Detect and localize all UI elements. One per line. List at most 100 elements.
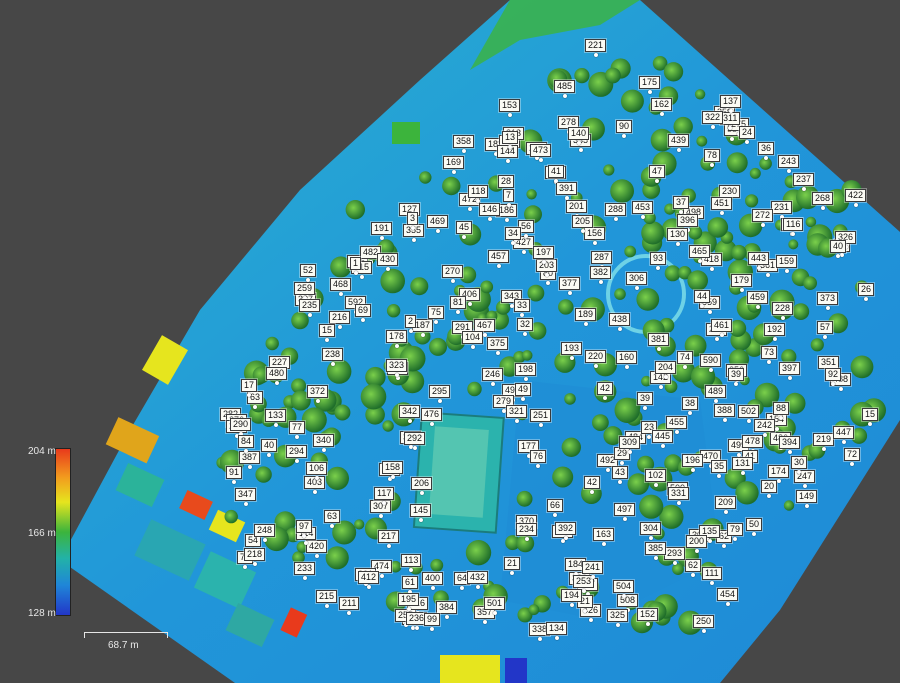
tree-id-label[interactable]: 118 <box>468 185 489 203</box>
tree-id-label[interactable]: 15 <box>319 324 336 342</box>
tree-id-label[interactable]: 88 <box>773 402 790 420</box>
tree-id-label[interactable]: 47 <box>649 165 666 183</box>
tree-id-label[interactable]: 21 <box>504 557 521 575</box>
tree-id-label[interactable]: 304 <box>640 522 662 540</box>
tree-id-label[interactable]: 196 <box>682 454 704 472</box>
tree-id-label[interactable]: 137 <box>720 95 742 113</box>
tree-id-label[interactable]: 92 <box>825 368 842 386</box>
tree-id-label[interactable]: 28 <box>498 175 515 193</box>
tree-id-label[interactable]: 455 <box>666 416 688 434</box>
tree-id-label[interactable]: 45 <box>456 221 473 239</box>
tree-id-label[interactable]: 220 <box>585 350 607 368</box>
tree-id-label[interactable]: 468 <box>330 278 352 296</box>
tree-id-label[interactable]: 189 <box>575 308 597 326</box>
tree-id-label[interactable]: 75 <box>428 306 445 324</box>
tree-id-label[interactable]: 160 <box>616 351 638 369</box>
tree-id-label[interactable]: 259 <box>294 282 316 300</box>
tree-id-label[interactable]: 152 <box>637 608 659 626</box>
tree-id-label[interactable]: 197 <box>533 246 555 264</box>
tree-id-label[interactable]: 234 <box>516 523 538 541</box>
tree-id-label[interactable]: 443 <box>748 252 770 270</box>
tree-id-label[interactable]: 42 <box>584 476 601 494</box>
tree-id-label[interactable]: 191 <box>371 222 393 240</box>
tree-id-label[interactable]: 156 <box>584 227 606 245</box>
tree-id-label[interactable]: 40 <box>261 439 278 457</box>
tree-id-label[interactable]: 211 <box>339 597 360 615</box>
tree-id-label[interactable]: 97 <box>296 520 313 538</box>
tree-id-label[interactable]: 233 <box>294 562 316 580</box>
tree-id-label[interactable]: 3 <box>407 212 419 230</box>
tree-id-label[interactable]: 52 <box>300 264 317 282</box>
tree-id-label[interactable]: 391 <box>556 182 578 200</box>
tree-id-label[interactable]: 342 <box>399 405 421 423</box>
tree-id-label[interactable]: 93 <box>650 252 667 270</box>
tree-id-label[interactable]: 63 <box>324 510 341 528</box>
tree-id-label[interactable]: 216 <box>329 311 351 329</box>
tree-id-label[interactable]: 44 <box>694 290 711 308</box>
tree-id-label[interactable]: 290 <box>230 418 252 436</box>
tree-id-label[interactable]: 131 <box>732 457 754 475</box>
tree-id-label[interactable]: 159 <box>776 255 798 273</box>
tree-id-label[interactable]: 473 <box>530 144 552 162</box>
tree-id-label[interactable]: 241 <box>582 561 604 579</box>
tree-id-label[interactable]: 217 <box>378 530 400 548</box>
tree-id-label[interactable]: 469 <box>427 215 449 233</box>
tree-id-label[interactable]: 508 <box>617 594 639 612</box>
tree-id-label[interactable]: 476 <box>421 408 443 426</box>
tree-id-label[interactable]: 194 <box>561 589 583 607</box>
tree-id-label[interactable]: 102 <box>645 469 667 487</box>
tree-id-label[interactable]: 385 <box>645 542 667 560</box>
tree-id-label[interactable]: 480 <box>266 367 288 385</box>
tree-id-label[interactable]: 175 <box>639 76 661 94</box>
tree-id-label[interactable]: 381 <box>648 333 670 351</box>
tree-id-label[interactable]: 178 <box>386 330 408 348</box>
tree-id-label[interactable]: 453 <box>632 201 654 219</box>
tree-id-label[interactable]: 153 <box>499 99 521 117</box>
tree-id-label[interactable]: 397 <box>779 362 801 380</box>
tree-id-label[interactable]: 117 <box>374 487 395 505</box>
tree-id-label[interactable]: 84 <box>238 435 255 453</box>
tree-id-label[interactable]: 79 <box>727 523 744 541</box>
tree-id-label[interactable]: 295 <box>429 385 451 403</box>
tree-id-label[interactable]: 478 <box>742 435 764 453</box>
tree-id-label[interactable]: 201 <box>566 200 588 218</box>
tree-id-label[interactable]: 198 <box>515 363 537 381</box>
tree-id-label[interactable]: 81 <box>450 296 467 314</box>
tree-id-label[interactable]: 61 <box>402 576 419 594</box>
tree-id-label[interactable]: 32 <box>517 318 534 336</box>
tree-id-label[interactable]: 270 <box>442 265 464 283</box>
tree-id-label[interactable]: 66 <box>547 499 564 517</box>
tree-id-label[interactable]: 412 <box>358 571 380 589</box>
tree-id-label[interactable]: 218 <box>244 548 266 566</box>
tree-id-label[interactable]: 50 <box>746 518 763 536</box>
tree-id-label[interactable]: 309 <box>619 436 641 454</box>
tree-id-label[interactable]: 24 <box>739 126 756 144</box>
tree-id-label[interactable]: 288 <box>605 203 627 221</box>
tree-id-label[interactable]: 590 <box>700 354 722 372</box>
tree-id-label[interactable]: 209 <box>715 496 737 514</box>
tree-id-label[interactable]: 457 <box>488 250 510 268</box>
tree-id-label[interactable]: 206 <box>411 477 433 495</box>
tree-id-label[interactable]: 205 <box>572 215 594 233</box>
tree-id-label[interactable]: 39 <box>728 368 745 386</box>
tree-id-label[interactable]: 26 <box>858 283 875 301</box>
tree-id-label[interactable]: 237 <box>793 173 815 191</box>
tree-id-label[interactable]: 325 <box>607 609 629 627</box>
tree-id-label[interactable]: 204 <box>655 361 677 379</box>
tree-id-label[interactable]: 42 <box>597 382 614 400</box>
tree-id-label[interactable]: 377 <box>559 277 581 295</box>
tree-id-label[interactable]: 40 <box>830 240 847 258</box>
tree-id-label[interactable]: 91 <box>226 466 243 484</box>
tree-id-label[interactable]: 192 <box>764 323 786 341</box>
tree-id-label[interactable]: 35 <box>711 460 728 478</box>
tree-id-label[interactable]: 219 <box>813 433 835 451</box>
tree-id-label[interactable]: 293 <box>664 547 686 565</box>
tree-id-label[interactable]: 504 <box>613 580 635 598</box>
tree-id-label[interactable]: 2 <box>405 315 417 333</box>
tree-id-label[interactable]: 294 <box>286 445 308 463</box>
tree-id-label[interactable]: 445 <box>652 430 674 448</box>
tree-id-label[interactable]: 465 <box>689 245 711 263</box>
tree-id-label[interactable]: 149 <box>796 490 818 508</box>
tree-id-label[interactable]: 37 <box>673 196 690 214</box>
tree-id-label[interactable]: 36 <box>758 142 775 160</box>
